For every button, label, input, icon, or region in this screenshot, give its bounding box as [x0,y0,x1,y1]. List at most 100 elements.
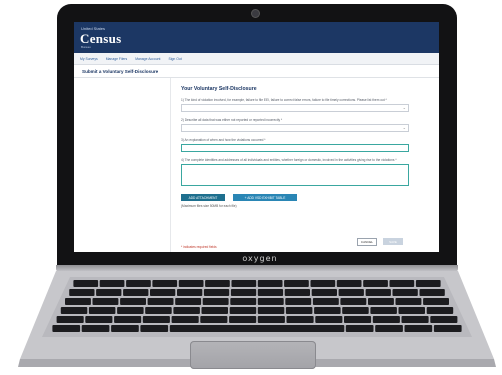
keyboard-key [92,298,119,305]
keyboard-key [81,325,110,332]
keyboard-key [395,298,422,305]
keyboard-key [88,307,116,314]
keyboard-key [142,316,170,323]
keyboard-key [69,289,95,296]
nav-manage-filers[interactable]: Manage Filers [106,57,127,61]
nav-sign-out[interactable]: Sign Out [168,57,181,61]
keyboard-key [426,307,454,314]
required-fields-note: * indicates required fields [181,245,217,249]
keyboard-key [145,307,172,314]
keyboard-key [312,298,339,305]
keyboard-key [177,289,203,296]
keyboard-key [147,298,174,305]
save-button[interactable]: SAVE [383,238,403,245]
question-1-label: 1) The kind of violation involved, for e… [181,98,387,102]
keyboard-key [392,289,418,296]
keyboard-key [173,307,200,314]
keyboard-key [230,298,257,305]
section-title: Your Voluntary Self-Disclosure [181,86,257,92]
keyboard-key [345,325,374,332]
keyboard-key [205,280,230,287]
add-attachment-button[interactable]: ADD ATTACHMENT [181,194,225,201]
keyboard-key [202,298,229,305]
keyboard-key [171,316,199,323]
data-description-select[interactable]: ⌄ [181,124,409,132]
keyboard-key [284,289,310,296]
explanation-input[interactable] [181,144,409,152]
keyboard-key [389,280,415,287]
question-3-label: 3) An explanation of when and how the vi… [181,138,266,142]
keyboard-key [203,289,230,296]
keyboard-key [111,325,139,332]
keyboard-key [419,289,445,296]
keyboard-key [284,280,309,287]
question-2-label: 2) Describe all data that was either not… [181,118,283,122]
left-panel [74,78,171,252]
keyboard-key [257,280,283,287]
keyboard-key [85,316,113,323]
site-header: United States Census Bureau [74,22,439,53]
keyboard-key [126,280,151,287]
logo-subcaption: Bureau [81,45,91,49]
keyboard-key [175,298,202,305]
keyboard-key [96,289,122,296]
max-file-note: (Maximum files size 50MB for each file) [181,204,237,208]
keyboard-key [56,316,84,323]
keyboard-key [99,280,125,287]
screen: United States Census Bureau My Surveys M… [74,22,439,252]
keyboard-key [363,280,388,287]
keyboard-key [401,316,429,323]
keyboard-key [315,316,343,323]
keyboard-key [415,280,441,287]
cancel-button[interactable]: CANCEL [357,238,377,246]
chevron-down-icon: ⌄ [402,105,406,110]
keyboard-key [310,280,336,287]
space-bar [169,325,345,332]
keyboard-key [338,289,364,296]
keyboard-key [285,307,313,314]
page-title: Submit a Voluntary Self-Disclosure [74,65,439,78]
keyboard-key [73,280,99,287]
keyboard-key [231,280,257,287]
keyboard-key [229,316,257,323]
nav-my-surveys[interactable]: My Surveys [80,57,98,61]
violation-kind-select[interactable]: ⌄ [181,104,409,112]
keyboard-key [398,307,425,314]
keyboard-key [120,298,146,305]
keyboard-key [340,298,367,305]
keyboard-key [370,307,397,314]
keyboard-key [423,298,449,305]
identities-textarea[interactable] [181,164,409,186]
keyboard-key [257,316,285,323]
keyboard-key [65,298,91,305]
keyboard-key [368,298,394,305]
keyboard-key [178,280,204,287]
keyboard-key [314,307,341,314]
keyboard-key [201,307,228,314]
keyboard-key [311,289,337,296]
keyboard-key [365,289,391,296]
keyboard-key [344,316,372,323]
keyboard-key [257,289,284,296]
keyboard-key [60,307,88,314]
keyboard-key [257,307,285,314]
keyboard-key [114,316,142,323]
form-area: Your Voluntary Self-Disclosure 1) The ki… [171,78,439,252]
keyboard-key [52,325,81,332]
keyboard-key [230,289,257,296]
trackpad [190,341,316,369]
keyboard-key [150,289,176,296]
add-table-button[interactable]: + ADD VSD EXHIBIT TABLE [233,194,297,201]
nav-manage-account[interactable]: Manage Account [135,57,160,61]
keyboard-key [229,307,257,314]
keyboard-key [336,280,362,287]
top-nav: My Surveys Manage Filers Manage Account … [74,53,439,65]
keyboard-key [257,298,284,305]
keyboard-key [152,280,178,287]
webcam-icon [252,10,259,17]
keyboard-key [375,325,403,332]
question-4-label: 4) The complete identities and addresses… [181,158,397,162]
keyboard-key [404,325,433,332]
keyboard-key [140,325,169,332]
keyboard-key [200,316,228,323]
